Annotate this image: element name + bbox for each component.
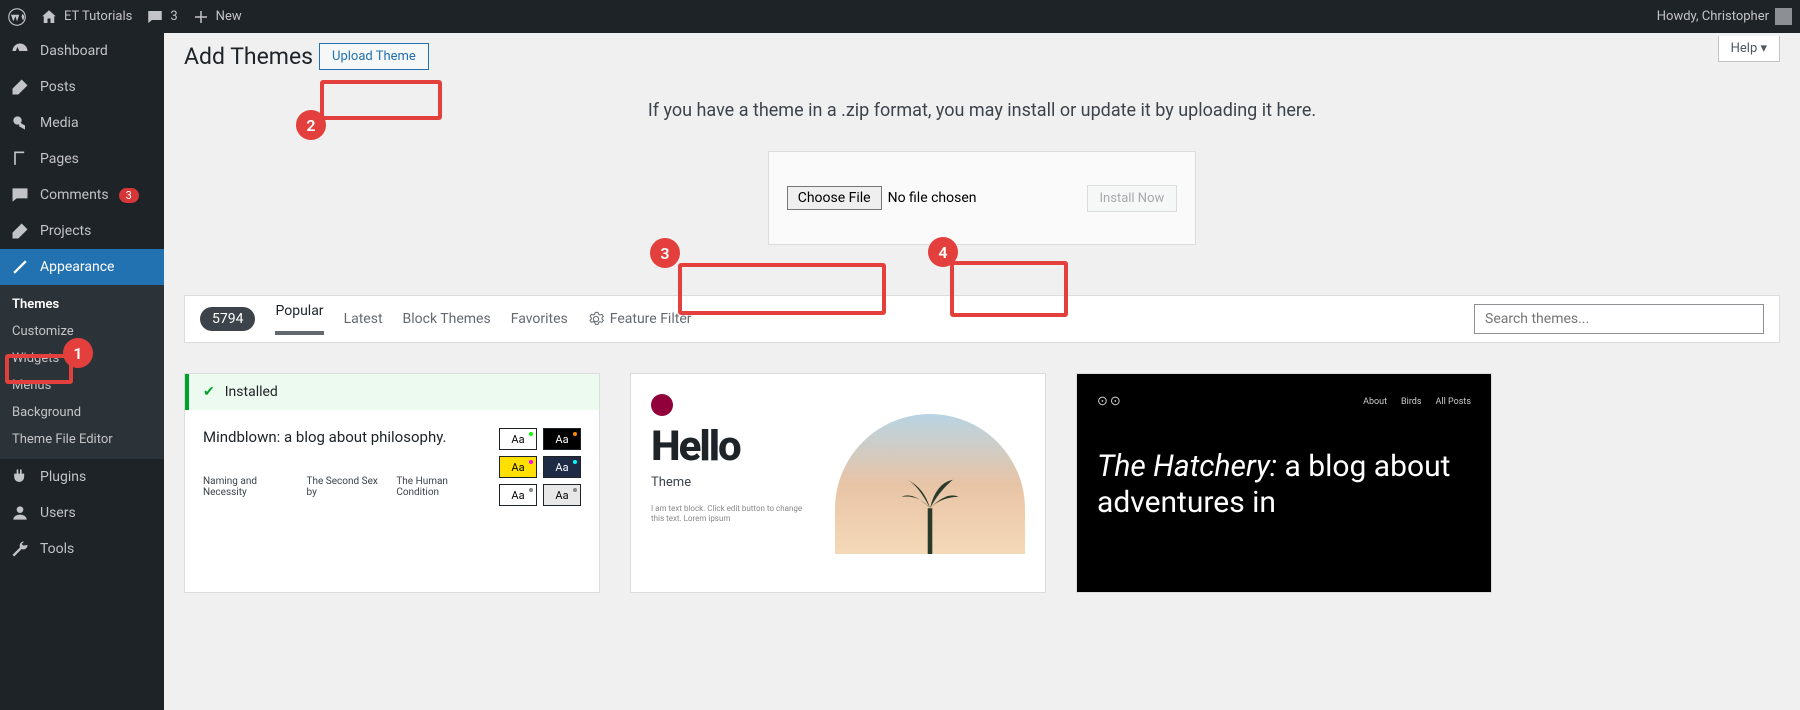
theme-grid: Installed Mindblown: a blog about philos… [184,373,1780,593]
theme1-title: Mindblown: a blog about philosophy. [203,428,479,446]
theme-card-2[interactable]: Hello Theme I am text block. Click edit … [630,373,1046,593]
admin-sidebar: Dashboard Posts Media Pages Comments3 Pr… [0,33,164,710]
new-link[interactable]: New [192,8,242,26]
upload-box: Choose File No file chosen Install Now [768,151,1196,245]
admin-toolbar: ET Tutorials 3 New Howdy, Christopher [0,0,1800,33]
filter-popular[interactable]: Popular [275,303,323,335]
search-input[interactable] [1474,304,1764,334]
menu-plugins[interactable]: Plugins [0,459,164,495]
menu-appearance[interactable]: Appearance [0,249,164,285]
avatar [1775,8,1792,25]
upload-hint: If you have a theme in a .zip format, yo… [184,100,1780,121]
file-chooser: Choose File No file chosen [787,186,977,210]
menu-media[interactable]: Media [0,105,164,141]
menu-projects[interactable]: Projects [0,213,164,249]
page-title: Add Themes [184,43,313,70]
theme-card-1[interactable]: Installed Mindblown: a blog about philos… [184,373,600,593]
comments-badge: 3 [119,188,139,203]
menu-pages[interactable]: Pages [0,141,164,177]
submenu-themes[interactable]: Themes [0,291,164,318]
install-now-button[interactable]: Install Now [1087,185,1178,212]
wp-logo[interactable] [8,8,26,26]
howdy-link[interactable]: Howdy, Christopher [1657,8,1792,25]
submenu-menus[interactable]: Menus [0,372,164,399]
theme2-sub: Theme [651,475,815,490]
appearance-submenu: Themes Customize Widgets Menus Backgroun… [0,285,164,459]
menu-dashboard[interactable]: Dashboard [0,33,164,69]
site-link[interactable]: ET Tutorials [40,8,132,26]
menu-tools[interactable]: Tools [0,531,164,567]
help-tab[interactable]: Help [1718,36,1780,62]
theme3-title: The Hatchery: a blog about adventures in [1097,449,1471,521]
choose-file-button[interactable]: Choose File [787,186,882,210]
gear-icon [588,311,604,327]
filter-latest[interactable]: Latest [344,311,383,327]
theme-filter-bar: 5794 Popular Latest Block Themes Favorit… [184,295,1780,343]
menu-users[interactable]: Users [0,495,164,531]
theme-count: 5794 [200,307,255,331]
feature-filter[interactable]: Feature Filter [588,311,692,327]
submenu-customize[interactable]: Customize [0,318,164,345]
elementor-icon [651,394,673,416]
comments-link[interactable]: 3 [146,8,177,26]
installed-banner: Installed [185,374,599,410]
theme-card-3[interactable]: ⊙⊙ About Birds All Posts The Hatchery: a… [1076,373,1492,593]
filter-block-themes[interactable]: Block Themes [403,311,491,327]
page-header: Add Themes Upload Theme [184,43,1780,70]
theme2-image [835,414,1025,554]
theme2-lorem: I am text block. Click edit button to ch… [651,504,815,525]
file-status: No file chosen [888,190,977,206]
menu-comments[interactable]: Comments3 [0,177,164,213]
submenu-widgets[interactable]: Widgets [0,345,164,372]
filter-favorites[interactable]: Favorites [511,311,568,327]
menu-posts[interactable]: Posts [0,69,164,105]
submenu-theme-file-editor[interactable]: Theme File Editor [0,426,164,453]
swatch-grid: AaAa AaAa AaAa [499,428,581,570]
upload-theme-button[interactable]: Upload Theme [319,43,429,70]
main-content: Help Add Themes Upload Theme If you have… [164,33,1800,710]
upload-area: If you have a theme in a .zip format, yo… [184,100,1780,245]
theme2-hello: Hello [651,422,815,471]
submenu-background[interactable]: Background [0,399,164,426]
theme3-logo: ⊙⊙ [1097,394,1123,409]
